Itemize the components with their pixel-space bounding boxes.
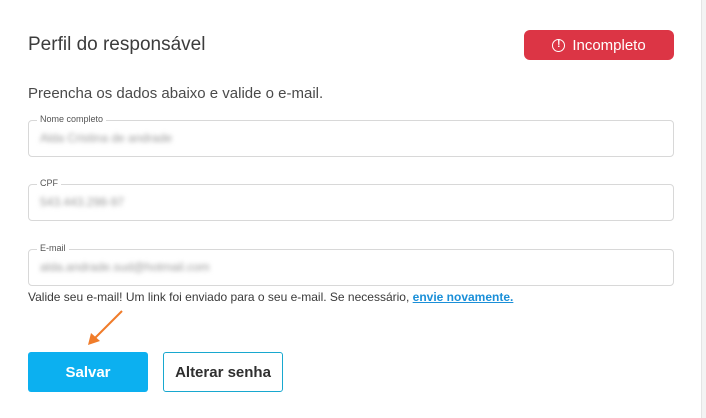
resend-email-link[interactable]: envie novamente. [413,290,514,304]
email-field[interactable]: E-mail alda.andrade.sud@hotmail.com [28,243,674,286]
email-hint-text: Valide seu e-mail! Um link foi enviado p… [28,290,413,304]
email-value: alda.andrade.sud@hotmail.com [40,260,210,274]
email-label: E-mail [37,243,69,253]
change-password-button[interactable]: Alterar senha [163,352,283,392]
full-name-field[interactable]: Nome completo Alda Cristina de andrade [28,114,674,157]
page-title: Perfil do responsável [28,34,206,55]
annotation-arrow-icon [88,310,123,345]
email-validation-hint: Valide seu e-mail! Um link foi enviado p… [28,290,513,304]
full-name-value: Alda Cristina de andrade [40,131,173,145]
save-button[interactable]: Salvar [28,352,148,392]
full-name-label: Nome completo [37,114,107,124]
cpf-value: 543.443.298-97 [40,195,125,209]
cpf-field[interactable]: CPF 543.443.298-97 [28,178,674,221]
exclamation-circle-icon: ! [552,38,566,52]
form-intro: Preencha os dados abaixo e valide o e-ma… [28,85,324,102]
status-badge: ! Incompleto [524,30,674,60]
profile-card: Perfil do responsável ! Incompleto Preen… [0,0,702,418]
status-badge-label: Incompleto [572,36,646,54]
cpf-label: CPF [37,178,61,188]
